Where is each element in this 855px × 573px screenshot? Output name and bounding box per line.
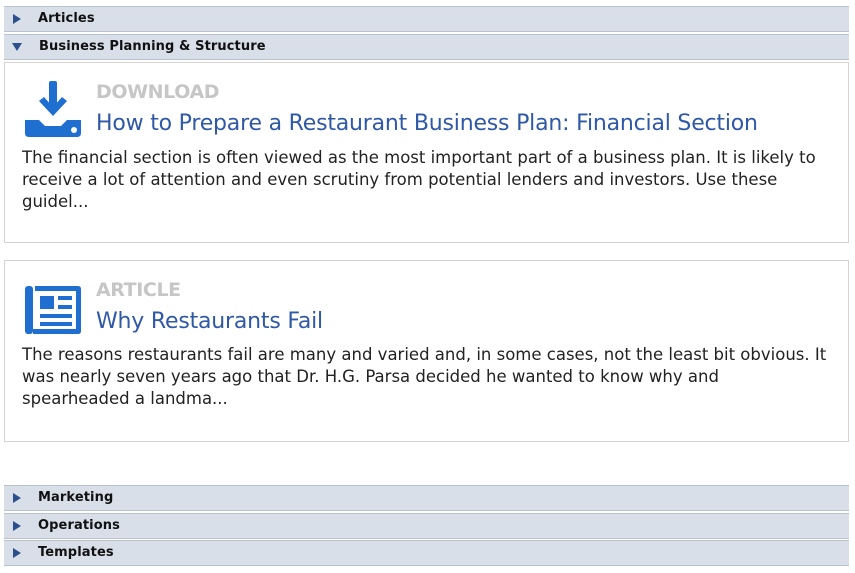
accordion-header-operations[interactable]: Operations: [4, 513, 849, 539]
accordion-label-operations: Operations: [38, 518, 120, 533]
accordion-label-marketing: Marketing: [38, 490, 114, 505]
content-description: The financial section is often viewed as…: [22, 148, 816, 211]
accordion-header-templates[interactable]: Templates: [4, 540, 849, 566]
content-card-download: DOWNLOAD How to Prepare a Restaurant Bus…: [4, 62, 849, 243]
content-description: The reasons restaurants fail are many an…: [22, 345, 827, 408]
content-title-link[interactable]: How to Prepare a Restaurant Business Pla…: [96, 111, 758, 136]
newspaper-icon: [25, 286, 81, 334]
content-type-label: DOWNLOAD: [96, 81, 220, 103]
triangle-down-icon: [12, 43, 22, 51]
download-icon: [25, 81, 81, 137]
content-title-link[interactable]: Why Restaurants Fail: [96, 309, 323, 334]
accordion-label-articles: Articles: [38, 11, 95, 26]
content-type-label: ARTICLE: [96, 279, 181, 301]
accordion-header-marketing[interactable]: Marketing: [4, 485, 849, 511]
triangle-right-icon: [13, 14, 21, 24]
triangle-right-icon: [13, 493, 21, 503]
triangle-right-icon: [13, 548, 21, 558]
accordion-label-business-planning: Business Planning & Structure: [39, 39, 266, 54]
accordion-header-business-planning[interactable]: Business Planning & Structure: [4, 34, 849, 60]
content-card-article: ARTICLE Why Restaurants Fail The reasons…: [4, 260, 849, 442]
accordion-label-templates: Templates: [38, 545, 114, 560]
accordion-header-articles[interactable]: Articles: [4, 6, 849, 32]
triangle-right-icon: [13, 521, 21, 531]
